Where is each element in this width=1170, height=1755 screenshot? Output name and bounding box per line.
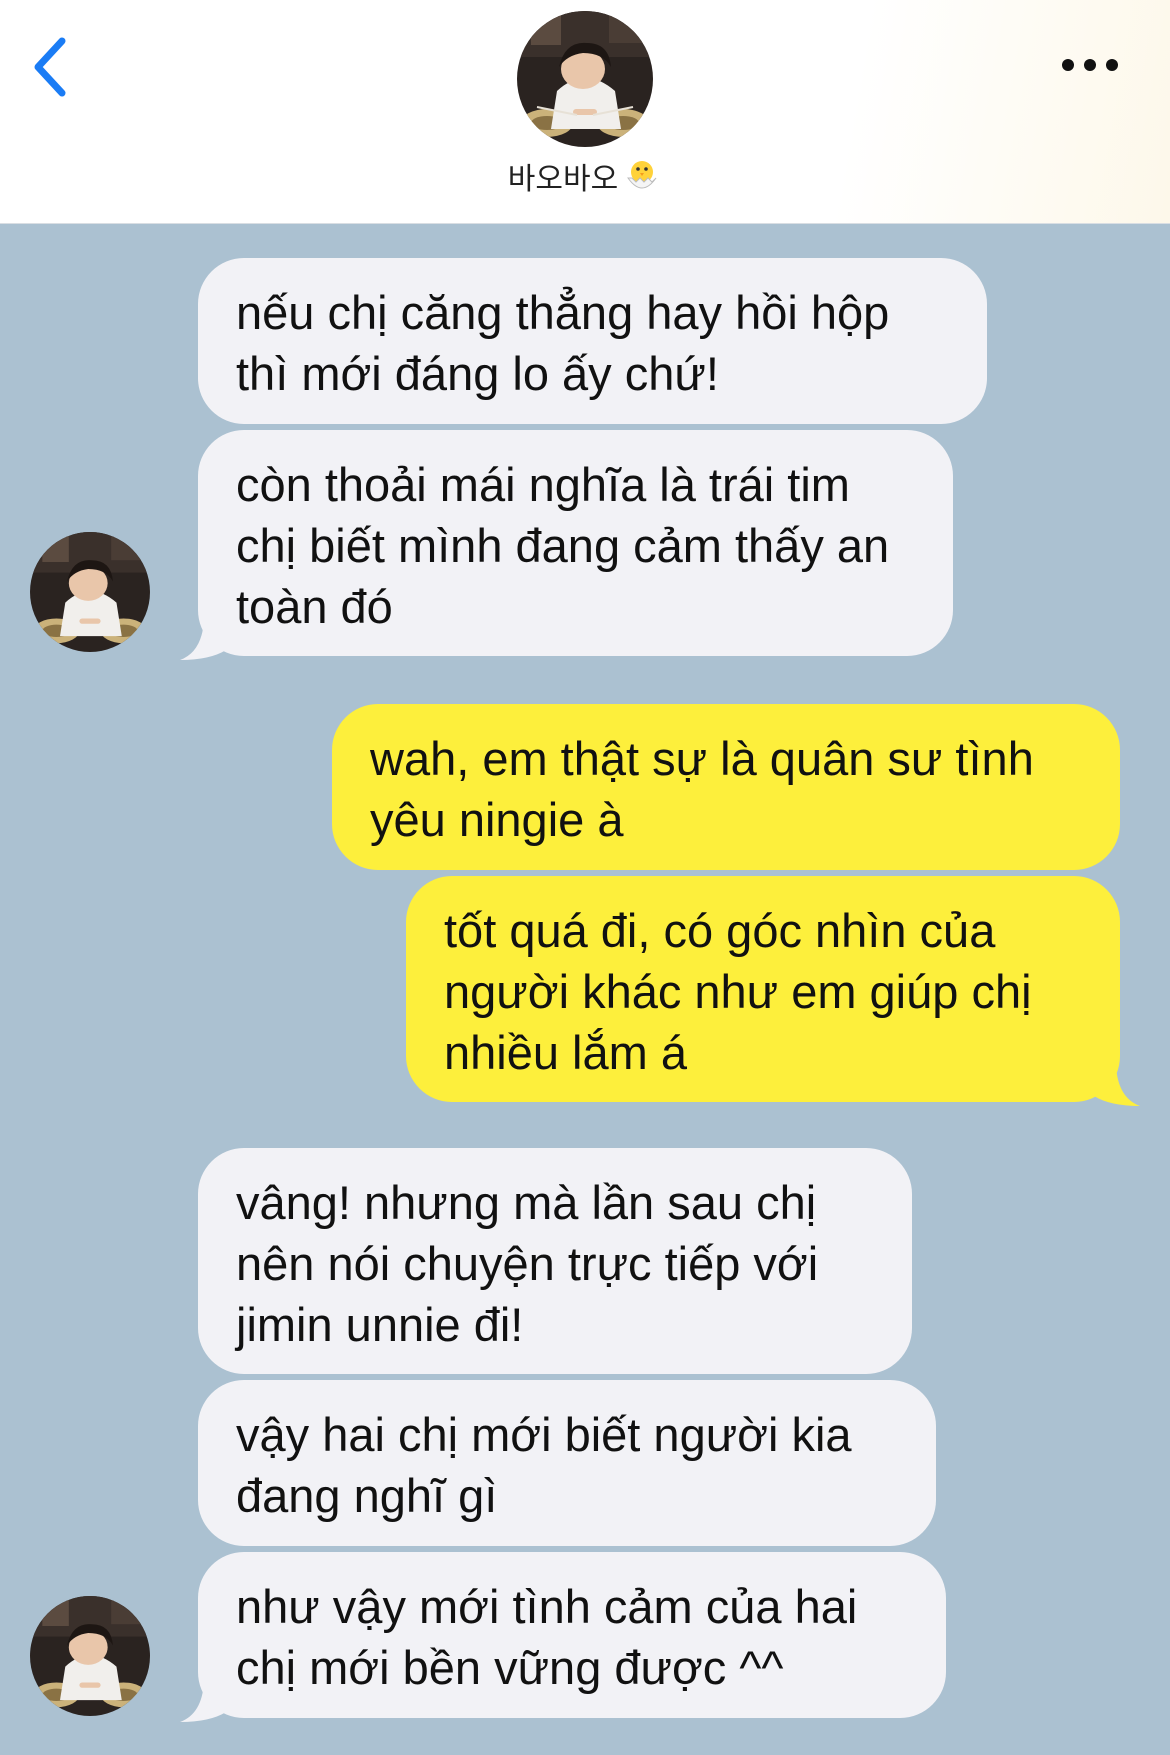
message-text: vậy hai chị mới biết người kia đang nghĩ… xyxy=(236,1408,852,1522)
message-text: nếu chị căng thẳng hay hồi hộp thì mới đ… xyxy=(236,286,890,400)
outgoing-message[interactable]: tốt quá đi, có góc nhìn của người khác n… xyxy=(406,876,1120,1102)
incoming-message[interactable]: vậy hai chị mới biết người kia đang nghĩ… xyxy=(198,1380,936,1546)
message-text: tốt quá đi, có góc nhìn của người khác n… xyxy=(444,904,1032,1079)
message-text: wah, em thật sự là quân sư tình yêu ning… xyxy=(370,732,1034,846)
chevron-left-icon xyxy=(34,37,66,97)
bubble-tail xyxy=(180,620,226,660)
outgoing-message[interactable]: wah, em thật sự là quân sư tình yêu ning… xyxy=(332,704,1120,870)
contact-name: 바오바오 xyxy=(507,162,619,197)
more-options-button[interactable] xyxy=(1050,40,1130,90)
contact-name-row[interactable]: 바오바오 xyxy=(0,154,1170,198)
hatching-chick-icon xyxy=(627,161,657,189)
ellipsis-icon xyxy=(1062,59,1118,71)
incoming-message[interactable]: như vậy mới tình cảm của hai chị mới bền… xyxy=(198,1552,946,1718)
incoming-message[interactable]: nếu chị căng thẳng hay hồi hộp thì mới đ… xyxy=(198,258,987,424)
message-text: như vậy mới tình cảm của hai chị mới bền… xyxy=(236,1580,858,1694)
message-text: vâng! nhưng mà lần sau chị nên nói chuyệ… xyxy=(236,1176,819,1351)
incoming-message[interactable]: còn thoải mái nghĩa là trái tim chị biết… xyxy=(198,430,953,656)
sender-avatar[interactable] xyxy=(30,1596,150,1716)
contact-avatar[interactable] xyxy=(517,11,653,147)
bubble-tail xyxy=(1094,1066,1140,1106)
message-text: còn thoải mái nghĩa là trái tim chị biết… xyxy=(236,458,890,633)
message-list[interactable]: nếu chị căng thẳng hay hồi hộp thì mới đ… xyxy=(0,224,1170,1755)
chat-header: 바오바오 xyxy=(0,0,1170,224)
bubble-tail xyxy=(180,1682,226,1722)
incoming-message[interactable]: vâng! nhưng mà lần sau chị nên nói chuyệ… xyxy=(198,1148,912,1374)
sender-avatar[interactable] xyxy=(30,532,150,652)
back-button[interactable] xyxy=(20,28,80,106)
